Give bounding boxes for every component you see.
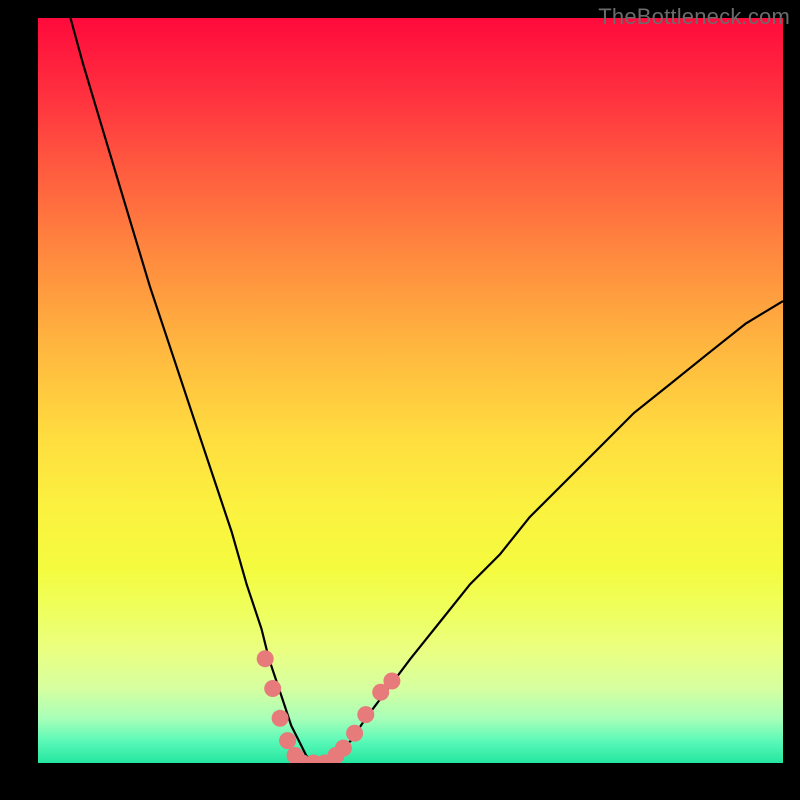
watermark-text: TheBottleneck.com bbox=[598, 4, 790, 30]
data-marker bbox=[272, 710, 289, 727]
data-markers bbox=[257, 650, 401, 763]
data-marker bbox=[264, 680, 281, 697]
data-marker bbox=[383, 673, 400, 690]
plot-area bbox=[38, 18, 783, 763]
chart-container: TheBottleneck.com bbox=[0, 0, 800, 800]
data-marker bbox=[357, 706, 374, 723]
data-marker bbox=[279, 732, 296, 749]
data-marker bbox=[257, 650, 274, 667]
data-marker bbox=[335, 740, 352, 757]
data-marker bbox=[346, 725, 363, 742]
chart-svg bbox=[38, 18, 783, 763]
bottleneck-curve bbox=[38, 18, 783, 763]
